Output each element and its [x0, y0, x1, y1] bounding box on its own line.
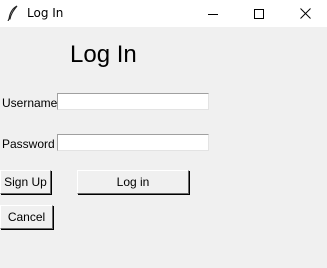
- close-icon: [299, 8, 311, 19]
- page-title: Log In: [70, 41, 137, 68]
- username-field[interactable]: [57, 93, 209, 110]
- window-title: Log In: [27, 6, 64, 20]
- sign-up-button[interactable]: Sign Up: [0, 170, 51, 194]
- password-field[interactable]: [57, 134, 209, 151]
- login-window: Log In Log In Username Password Sign Up …: [0, 0, 327, 268]
- minimize-icon: [208, 13, 218, 15]
- feather-icon: [7, 5, 19, 22]
- password-label: Password: [2, 137, 55, 151]
- maximize-icon: [254, 8, 264, 19]
- minimize-button[interactable]: [190, 0, 236, 27]
- username-label: Username: [2, 96, 58, 110]
- cancel-button[interactable]: Cancel: [0, 205, 53, 229]
- log-in-button[interactable]: Log in: [77, 170, 189, 194]
- title-bar[interactable]: Log In: [0, 0, 327, 27]
- close-button[interactable]: [282, 0, 327, 27]
- maximize-button[interactable]: [236, 0, 282, 27]
